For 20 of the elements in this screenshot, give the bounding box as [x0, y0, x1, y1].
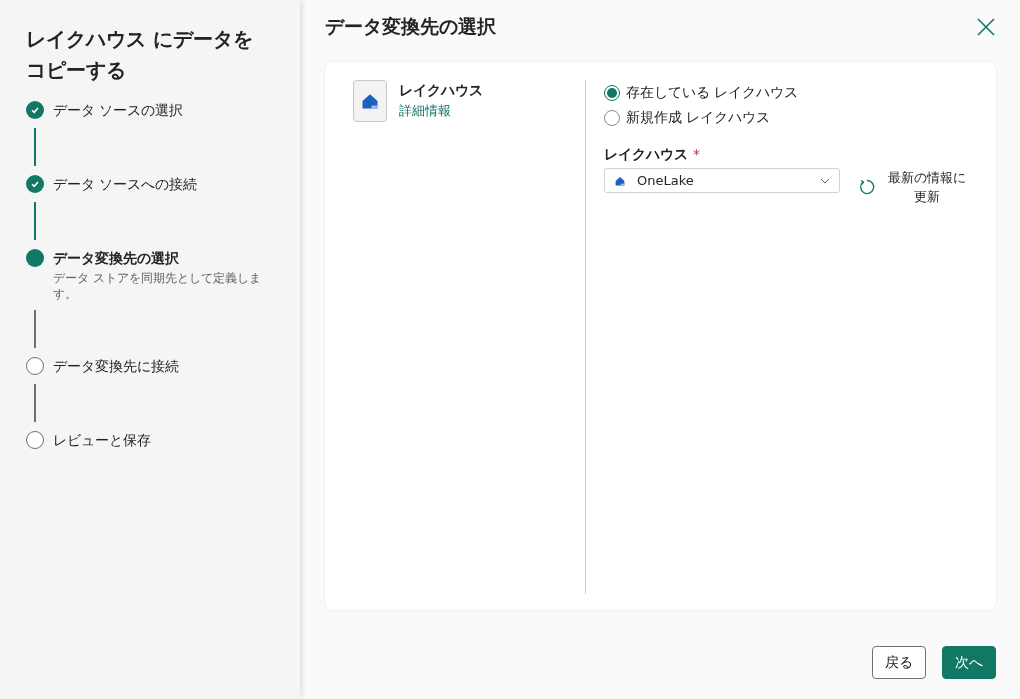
step-label: レビューと保存 — [53, 431, 151, 450]
lakehouse-dropdown[interactable]: OneLake — [604, 168, 840, 193]
step-label: データ ソースへの接続 — [53, 175, 198, 194]
required-mark: * — [692, 146, 700, 162]
step-label: データ変換先の選択 — [53, 249, 180, 268]
page-title: データ変換先の選択 — [325, 14, 496, 39]
details-link[interactable]: 詳細情報 — [399, 103, 451, 118]
destination-name: レイクハウス — [399, 81, 483, 100]
next-button[interactable]: 次へ — [942, 646, 996, 679]
radio-option[interactable]: 新規作成 レイクハウス — [604, 105, 970, 130]
step-label: データ変換先に接続 — [53, 357, 179, 376]
step-label: データ ソースの選択 — [53, 101, 184, 120]
wizard-title: レイクハウス にデータをコピーする — [26, 26, 254, 84]
refresh-icon — [858, 178, 876, 196]
close-button[interactable] — [976, 17, 996, 37]
step-description: データ ストアを同期先として定義します。 — [53, 270, 262, 302]
radio-option[interactable]: 存在している レイクハウス — [604, 80, 970, 105]
field-label: レイクハウス * — [604, 146, 701, 164]
refresh-button[interactable]: 最新の情報に更新 — [858, 168, 970, 206]
back-button[interactable]: 戻る — [872, 646, 926, 679]
